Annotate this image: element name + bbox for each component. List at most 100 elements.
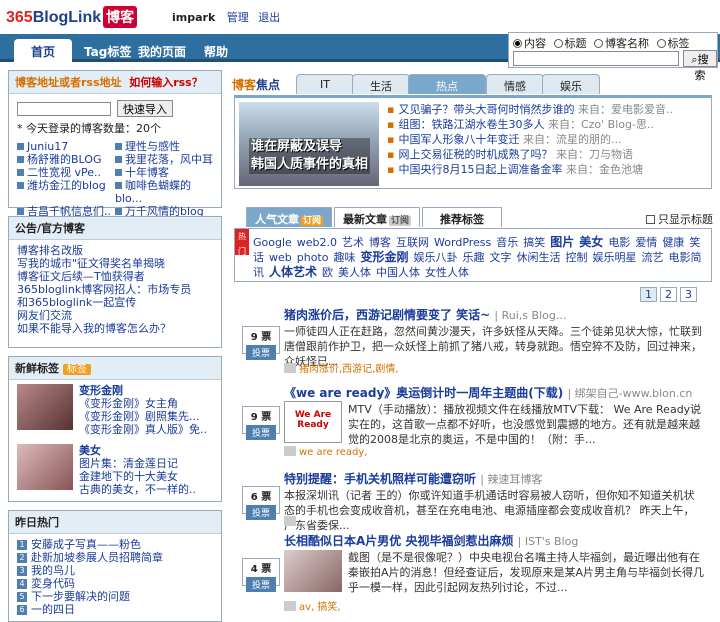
search-option-title[interactable]: 标题 bbox=[553, 37, 587, 50]
tag-name-link[interactable]: 变形金刚 bbox=[79, 384, 123, 397]
tag-item-link[interactable]: 图片集：清金莲日记 bbox=[79, 457, 178, 470]
site-logo[interactable]: 365BlogLink 博客 bbox=[6, 6, 138, 28]
tag-cloud-link[interactable]: 中国人体 bbox=[376, 266, 420, 279]
tag-item-link[interactable]: 古典的美女，不一样的.. bbox=[79, 483, 196, 496]
rss-input[interactable] bbox=[17, 102, 111, 116]
search-button[interactable]: ⌕搜索 bbox=[683, 50, 717, 82]
tag-cloud-link[interactable]: Google bbox=[253, 236, 292, 249]
tag-cloud-link[interactable]: 爱情 bbox=[635, 236, 657, 249]
tag-cloud-link[interactable]: 互联网 bbox=[396, 236, 429, 249]
only-title-checkbox[interactable]: 只显示标题 bbox=[646, 211, 713, 227]
notice-link[interactable]: 和365bloglink一起宣传 bbox=[17, 296, 136, 309]
tab-it[interactable]: IT bbox=[296, 74, 354, 94]
hot-link[interactable]: 安藤成子写真——粉色 bbox=[31, 538, 141, 551]
search-option-blogname[interactable]: 博客名称 bbox=[594, 37, 649, 50]
tag-cloud-link[interactable]: 休闲生活 bbox=[517, 251, 561, 264]
tag-cloud-link[interactable]: 音乐 bbox=[496, 236, 518, 249]
tag-cloud-link[interactable]: 电影 bbox=[608, 236, 630, 249]
hot-link[interactable]: 赴新加坡参展人员招聘简章 bbox=[31, 551, 163, 564]
feature-link[interactable]: 中国军人形象八十年变迁 bbox=[398, 133, 519, 146]
post-tags[interactable]: av, 搞笑, bbox=[284, 598, 341, 613]
notice-link[interactable]: 博客征文后续—T恤获得者 bbox=[17, 270, 145, 283]
tab-popular[interactable]: 人气文章 订阅 bbox=[246, 207, 333, 227]
tag-cloud-link[interactable]: 乐趣 bbox=[463, 251, 485, 264]
vote-button[interactable]: 投票 bbox=[246, 345, 276, 360]
tag-cloud-link[interactable]: 博客 bbox=[369, 236, 391, 249]
tag-cloud-link[interactable]: 健康 bbox=[662, 236, 684, 249]
tag-item-link[interactable]: 《变形金刚》女主角 bbox=[79, 397, 178, 410]
tab-recommended[interactable]: 推荐标签 bbox=[422, 207, 502, 227]
tag-cloud-link[interactable]: 美人体 bbox=[338, 266, 371, 279]
tag-cloud-link[interactable]: 图片 bbox=[550, 235, 574, 249]
hot-link[interactable]: 変身代码 bbox=[31, 577, 75, 590]
page-link[interactable]: 3 bbox=[680, 287, 697, 302]
page-link[interactable]: 2 bbox=[660, 287, 677, 302]
quick-import-button[interactable]: 快速导入 bbox=[117, 100, 173, 117]
page-link[interactable]: 1 bbox=[640, 287, 657, 302]
nav-help[interactable]: 帮助 bbox=[196, 39, 236, 62]
tab-hot[interactable]: 热点 bbox=[408, 74, 486, 94]
post-title[interactable]: 猪肉涨价后，西游记剧情要变了 笑话~ | Rui,s Blog... bbox=[284, 306, 566, 323]
hot-link[interactable]: 下一步要解决的问题 bbox=[31, 590, 130, 603]
tab-life[interactable]: 生活 bbox=[352, 74, 410, 94]
notice-link[interactable]: 网友们交流 bbox=[17, 309, 72, 322]
tag-cloud-link[interactable]: WordPress bbox=[434, 236, 491, 249]
hot-link[interactable]: 一的四日 bbox=[31, 603, 75, 616]
tag-cloud-link[interactable]: 艺术 bbox=[342, 236, 364, 249]
feature-link[interactable]: 组图：铁路江湖水卷生30多人 bbox=[398, 118, 544, 131]
tag-cloud-link[interactable]: 美女 bbox=[579, 235, 603, 249]
tag-cloud-link[interactable]: photo bbox=[297, 251, 329, 264]
notice-link[interactable]: 如果不能导入我的博客怎么办？ bbox=[17, 322, 171, 335]
tag-name-link[interactable]: 美女 bbox=[79, 444, 101, 457]
vote-button[interactable]: 投票 bbox=[246, 425, 276, 440]
post-tags[interactable] bbox=[284, 516, 299, 528]
recent-blog-link[interactable]: 二性宽视 vPe.. bbox=[17, 166, 115, 179]
tag-cloud-link[interactable]: 变形金刚 bbox=[360, 250, 408, 264]
tag-cloud-link[interactable]: 流艺 bbox=[642, 251, 664, 264]
logout-link[interactable]: 退出 bbox=[258, 11, 280, 24]
tab-entertainment[interactable]: 娱乐 bbox=[542, 74, 600, 94]
post-title[interactable]: 长相酷似日本A片男优 央视毕福剑惹出麻烦 | IST's Blog bbox=[284, 532, 578, 549]
post-title[interactable]: 特别提醒：手机关机照样可能遭窃听 | 辣速耳博客 bbox=[284, 470, 542, 487]
tag-cloud-link[interactable]: 女性人体 bbox=[425, 266, 469, 279]
tag-item-link[interactable]: 金建地下的十大美女 bbox=[79, 470, 178, 483]
search-input[interactable] bbox=[513, 51, 679, 66]
nav-my-page[interactable]: 我的页面 bbox=[130, 39, 194, 62]
tag-cloud-link[interactable]: 趣味 bbox=[333, 251, 355, 264]
search-option-content[interactable]: 内容 bbox=[513, 37, 546, 50]
recent-blog-link[interactable]: Juniu17 bbox=[17, 140, 115, 153]
tag-cloud-link[interactable]: 文字 bbox=[490, 251, 512, 264]
feature-link[interactable]: 又见骗子？带头大哥何时悄然步谁的 bbox=[398, 103, 574, 116]
tag-cloud-link[interactable]: web2.0 bbox=[297, 236, 337, 249]
nav-home[interactable]: 首页 bbox=[14, 39, 72, 62]
tag-cloud-link[interactable]: 娱乐明星 bbox=[593, 251, 637, 264]
tab-latest[interactable]: 最新文章 订阅 bbox=[334, 207, 421, 227]
post-thumbnail[interactable] bbox=[284, 550, 342, 592]
tag-cloud-link[interactable]: 控制 bbox=[566, 251, 588, 264]
tag-item-link[interactable]: 《变形金刚》真人版》免.. bbox=[79, 423, 207, 436]
feature-link[interactable]: 中国央行8月15日起上调准备金率 bbox=[398, 163, 562, 176]
post-thumbnail[interactable]: We Are Ready bbox=[284, 401, 342, 443]
post-title[interactable]: 《we are ready》奥运倒计时一周年主题曲(下载) | 绑架自己-www… bbox=[284, 384, 692, 401]
tag-thumbnail[interactable] bbox=[17, 384, 73, 430]
post-tags[interactable]: 猪肉涨价,西游记,剧情, bbox=[284, 360, 399, 375]
tag-cloud-link[interactable]: 娱乐八卦 bbox=[414, 251, 458, 264]
recent-blog-link[interactable]: 咖啡色蝴蝶的blo... bbox=[115, 179, 213, 205]
notice-link[interactable]: 写我的城市"征文得奖名单揭晓 bbox=[17, 257, 165, 270]
recent-blog-link[interactable]: 杨舒雅的BLOG bbox=[17, 153, 115, 166]
tag-cloud-link[interactable]: web bbox=[269, 251, 292, 264]
recent-blog-link[interactable]: 我里花落，风中耳 bbox=[115, 153, 213, 166]
notice-link[interactable]: 博客排名改版 bbox=[17, 244, 83, 257]
recent-blog-link[interactable]: 十年博客 bbox=[115, 166, 213, 179]
tag-cloud-link[interactable]: 搞笑 bbox=[523, 236, 545, 249]
tag-cloud-link[interactable]: 人体艺术 bbox=[269, 265, 317, 279]
tag-thumbnail[interactable] bbox=[17, 444, 73, 490]
how-rss-link[interactable]: 如何输入rss？ bbox=[129, 76, 203, 89]
vote-button[interactable]: 投票 bbox=[246, 577, 276, 592]
recent-blog-link[interactable]: 理性与感性 bbox=[115, 140, 213, 153]
vote-button[interactable]: 投票 bbox=[246, 505, 276, 520]
tag-item-link[interactable]: 《变形金刚》剧照集先... bbox=[79, 410, 200, 423]
hot-link[interactable]: 我的鸟儿 bbox=[31, 564, 75, 577]
post-tags[interactable]: we are ready, bbox=[284, 446, 367, 458]
feature-link[interactable]: 网上交易征税的时机成熟了吗？ bbox=[398, 148, 552, 161]
